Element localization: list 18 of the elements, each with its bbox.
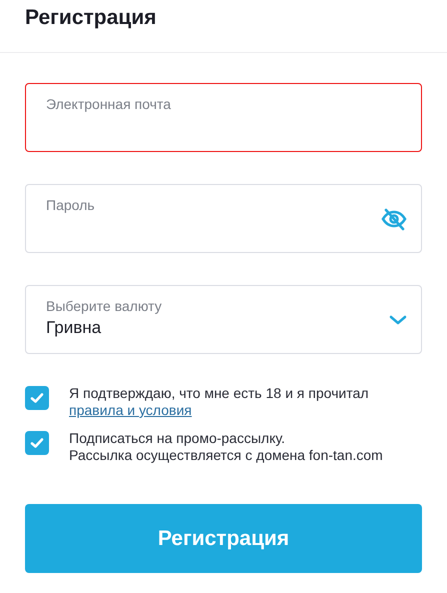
- terms-link[interactable]: правила и условия: [69, 402, 192, 418]
- consent-text: Я подтверждаю, что мне есть 18 и я прочитал правила и условия: [69, 385, 369, 419]
- checkbox[interactable]: [25, 386, 49, 410]
- check-icon: [30, 437, 44, 449]
- field-label: Электронная почта: [46, 96, 172, 112]
- field-label: Выберите валюту: [46, 298, 163, 314]
- register-button[interactable]: Регистрация: [25, 504, 422, 573]
- chevron-down-icon[interactable]: [389, 314, 407, 324]
- password-field[interactable]: Пароль: [25, 184, 422, 253]
- select-value: Гривна: [46, 318, 102, 338]
- eye-slash-icon[interactable]: [381, 206, 407, 230]
- checkbox[interactable]: [25, 431, 49, 455]
- check-icon: [30, 392, 44, 404]
- page-title: Регистрация: [0, 0, 447, 53]
- consent-text: Подписаться на промо-рассылку. Рассылка осуществляется с домена fon-tan.com: [69, 430, 383, 464]
- email-field[interactable]: Электронная почта: [25, 83, 422, 152]
- field-label: Пароль: [46, 197, 96, 213]
- currency-select[interactable]: Выберите валюту Гривна: [25, 285, 422, 354]
